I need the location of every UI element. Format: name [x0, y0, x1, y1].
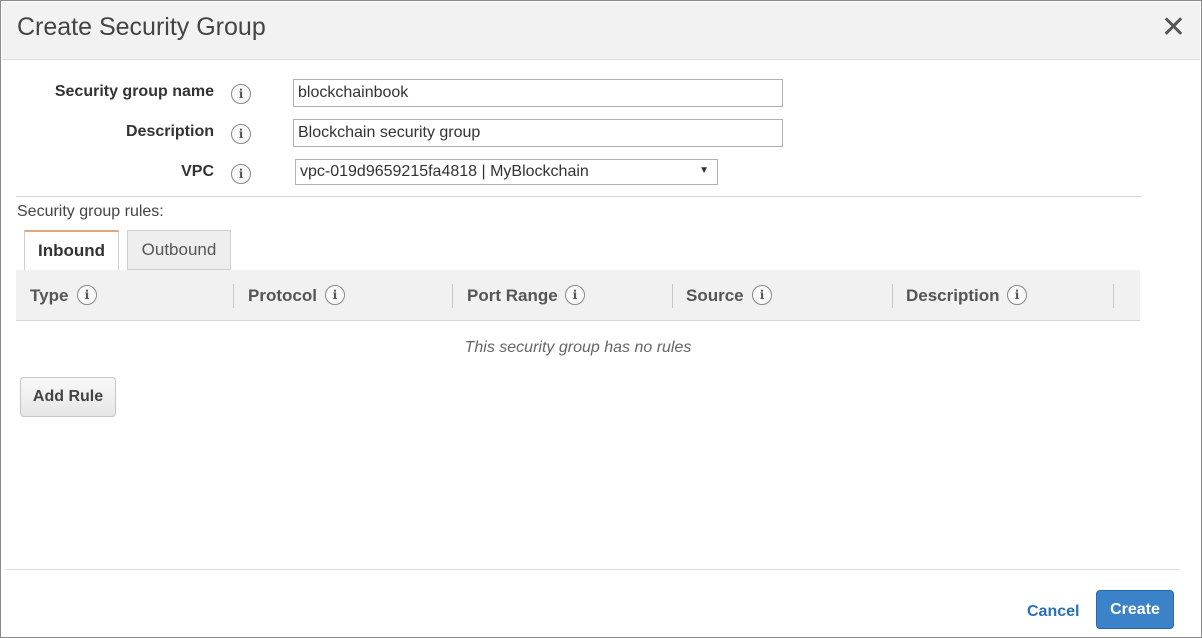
description-input[interactable] [293, 119, 783, 147]
security-group-name-label: Security group name [54, 83, 214, 100]
column-header-port-range[interactable]: Port Range [467, 270, 558, 321]
vpc-label: VPC [181, 163, 214, 180]
info-icon[interactable]: i [77, 285, 97, 305]
tab-inbound[interactable]: Inbound [24, 230, 119, 270]
column-separator [892, 284, 893, 308]
security-group-name-input[interactable] [293, 79, 783, 107]
column-header-description[interactable]: Description [906, 270, 1000, 321]
info-icon[interactable]: i [231, 84, 251, 104]
info-icon[interactable]: i [231, 124, 251, 144]
dialog-header: Create Security Group ✕ [2, 2, 1200, 60]
info-icon[interactable]: i [1007, 285, 1027, 305]
column-header-protocol[interactable]: Protocol [248, 270, 317, 321]
vpc-selected-value: vpc-019d9659215fa4818 | MyBlockchain [300, 163, 589, 180]
create-button[interactable]: Create [1096, 590, 1174, 629]
info-icon[interactable]: i [752, 285, 772, 305]
rules-table-header: Type i Protocol i Port Range i Source i … [16, 270, 1140, 321]
security-group-rules-caption: Security group rules: [17, 203, 164, 220]
description-label: Description [125, 123, 214, 140]
column-header-source[interactable]: Source [686, 270, 744, 321]
add-rule-button[interactable]: Add Rule [20, 377, 116, 417]
info-icon[interactable]: i [565, 285, 585, 305]
cancel-button[interactable]: Cancel [1027, 603, 1079, 621]
caret-down-icon: ▼ [699, 165, 709, 176]
dialog-title: Create Security Group [17, 13, 266, 41]
info-icon[interactable]: i [325, 285, 345, 305]
vpc-select[interactable]: vpc-019d9659215fa4818 | MyBlockchain ▼ [295, 159, 718, 185]
empty-rules-message: This security group has no rules [464, 339, 692, 356]
info-icon[interactable]: i [231, 164, 251, 184]
column-separator [233, 284, 234, 308]
create-security-group-dialog: Create Security Group ✕ Security group n… [0, 0, 1202, 638]
column-separator [1113, 284, 1114, 308]
column-header-type[interactable]: Type [30, 270, 68, 321]
tab-outbound[interactable]: Outbound [127, 230, 231, 270]
column-separator [452, 284, 453, 308]
footer-divider [6, 569, 1180, 570]
section-divider [16, 196, 1142, 197]
close-icon[interactable]: ✕ [1161, 13, 1186, 43]
column-separator [672, 284, 673, 308]
